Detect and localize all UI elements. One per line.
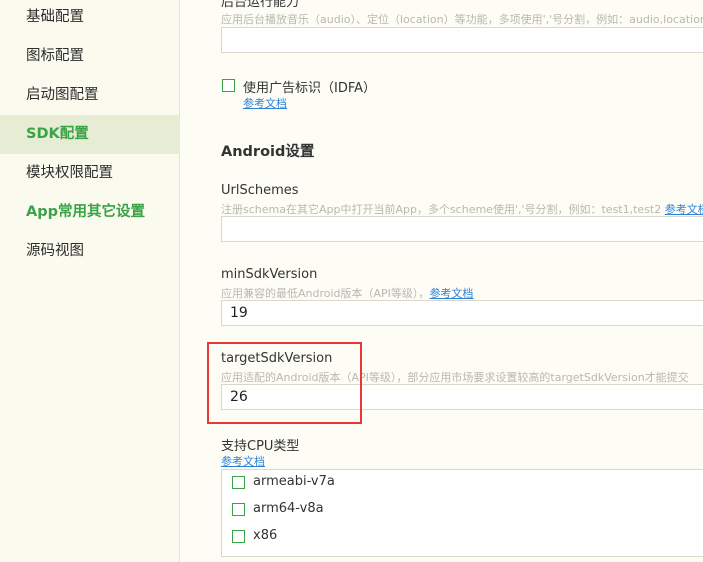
cpu-option-label: x86 bbox=[253, 528, 278, 543]
idfa-doc-link[interactable]: 参考文档 bbox=[243, 97, 287, 110]
background-run-input[interactable] bbox=[221, 27, 703, 53]
url-schemes-hint: 注册schema在其它App中打开当前App，多个scheme使用','号分割，… bbox=[221, 201, 703, 217]
sidebar-item-label: 基础配置 bbox=[26, 9, 84, 25]
sidebar-item-basic-config[interactable]: 基础配置 bbox=[0, 0, 180, 37]
sidebar-item-label: 源码视图 bbox=[26, 243, 84, 259]
highlight-box bbox=[207, 342, 362, 424]
sidebar-item-label: App常用其它设置 bbox=[26, 204, 145, 220]
cpu-x86-checkbox[interactable] bbox=[232, 530, 245, 543]
background-run-label: 后台运行能力 bbox=[221, 0, 300, 10]
cpu-option-label: armeabi-v7a bbox=[253, 474, 335, 489]
sidebar-item-app-other-settings[interactable]: App常用其它设置 bbox=[0, 193, 180, 232]
url-schemes-input[interactable] bbox=[221, 216, 703, 242]
cpu-label: 支持CPU类型 bbox=[221, 439, 300, 454]
min-sdk-input[interactable]: 19 bbox=[221, 300, 703, 326]
sidebar-item-label: 图标配置 bbox=[26, 48, 84, 64]
min-sdk-doc-link[interactable]: 参考文档 bbox=[429, 287, 473, 300]
main-content: 后台运行能力 应用后台播放音乐（audio）、定位（location）等功能，多… bbox=[181, 0, 703, 562]
url-schemes-doc-link[interactable]: 参考文档 bbox=[665, 203, 703, 216]
sidebar-item-sdk-config[interactable]: SDK配置 bbox=[0, 115, 180, 154]
cpu-doc-link[interactable]: 参考文档 bbox=[221, 455, 265, 468]
sidebar-item-label: SDK配置 bbox=[26, 126, 89, 142]
cpu-option-label: arm64-v8a bbox=[253, 501, 324, 516]
cpu-armeabi-v7a-checkbox[interactable] bbox=[232, 476, 245, 489]
min-sdk-label: minSdkVersion bbox=[221, 267, 318, 282]
idfa-label: 使用广告标识（IDFA） bbox=[243, 81, 377, 96]
cpu-options-box: armeabi-v7a arm64-v8a x86 bbox=[221, 469, 703, 557]
background-run-hint: 应用后台播放音乐（audio）、定位（location）等功能，多项使用','号… bbox=[221, 13, 703, 26]
sidebar-item-source-view[interactable]: 源码视图 bbox=[0, 232, 180, 271]
idfa-checkbox[interactable] bbox=[222, 79, 235, 92]
url-schemes-label: UrlSchemes bbox=[221, 183, 299, 198]
cpu-arm64-v8a-checkbox[interactable] bbox=[232, 503, 245, 516]
sidebar-item-label: 模块权限配置 bbox=[26, 165, 113, 181]
android-section-title: Android设置 bbox=[221, 144, 315, 160]
min-sdk-hint: 应用兼容的最低Android版本（API等级），参考文档 bbox=[221, 287, 474, 300]
sidebar-item-icon-config[interactable]: 图标配置 bbox=[0, 37, 180, 76]
sidebar: 基础配置 图标配置 启动图配置 SDK配置 模块权限配置 App常用其它设置 源… bbox=[0, 0, 180, 562]
sidebar-item-module-permissions[interactable]: 模块权限配置 bbox=[0, 154, 180, 193]
sidebar-item-splash-config[interactable]: 启动图配置 bbox=[0, 76, 180, 115]
sidebar-item-label: 启动图配置 bbox=[26, 87, 99, 103]
